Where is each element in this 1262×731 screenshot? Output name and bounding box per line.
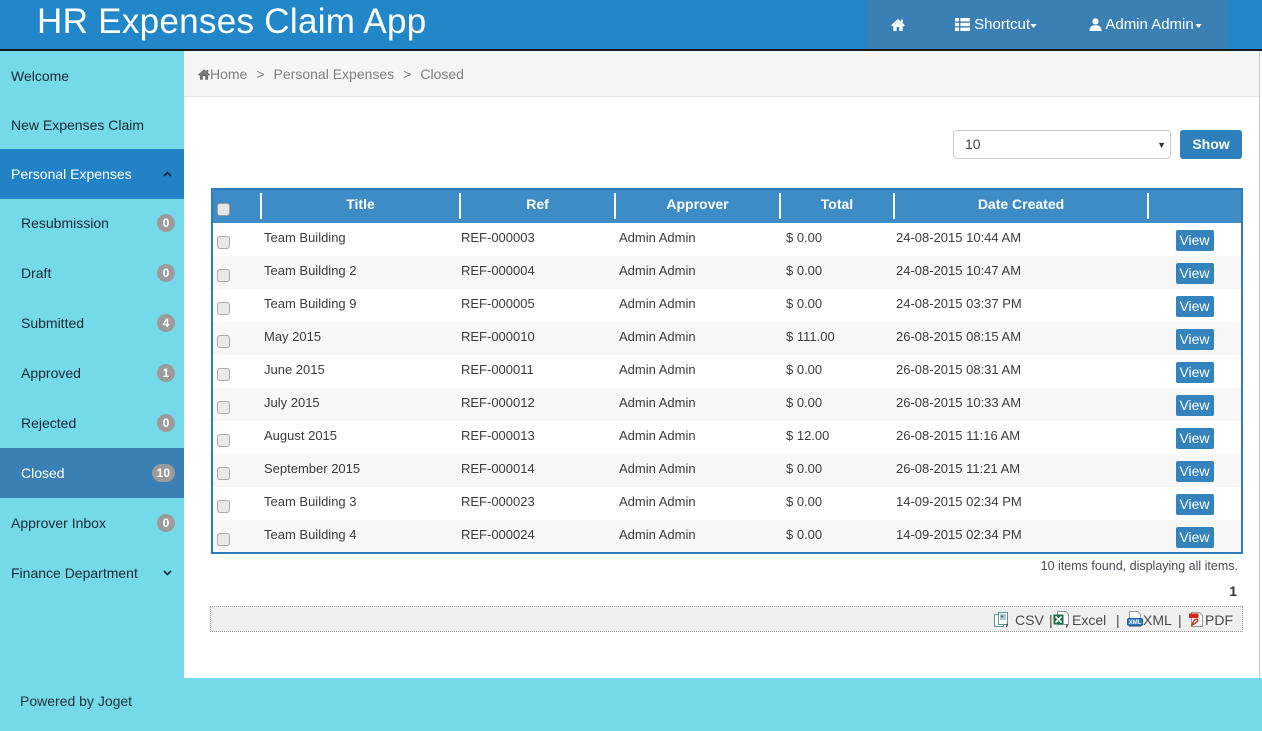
svg-text:XML: XML [1129, 620, 1142, 626]
